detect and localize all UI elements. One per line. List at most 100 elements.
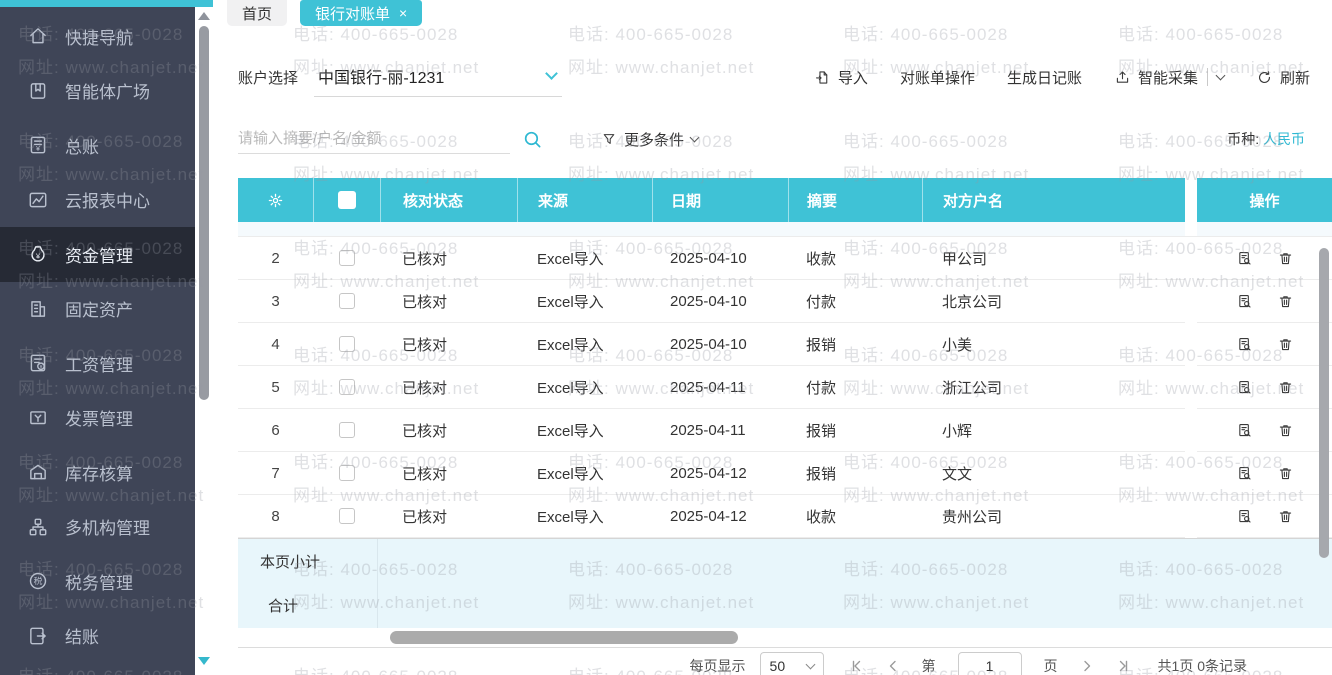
table-row: 3 已核对 Excel导入 2025-04-10 付款 北京公司 [238, 280, 1332, 323]
first-page-button[interactable] [850, 659, 864, 673]
tab-close-icon[interactable]: × [399, 5, 407, 21]
row-number: 6 [238, 409, 313, 452]
row-number: 5 [238, 366, 313, 409]
row-checkbox[interactable] [339, 422, 355, 438]
multi-org-icon [27, 516, 49, 538]
account-select-label: 账户选择 [238, 67, 298, 88]
delete-icon[interactable] [1277, 336, 1294, 353]
row-checkbox[interactable] [339, 508, 355, 524]
tax-icon: 税 [27, 570, 49, 592]
row-number: 4 [238, 323, 313, 366]
row-checkbox[interactable] [339, 250, 355, 266]
header-date[interactable]: 日期 [652, 178, 788, 222]
grand-total-label: 合计 [238, 583, 378, 628]
page-subtotal-label: 本页小计 [238, 539, 378, 583]
row-checkbox[interactable] [339, 293, 355, 309]
scroll-down-arrow-icon[interactable] [198, 657, 210, 665]
delete-icon[interactable] [1277, 379, 1294, 396]
sidebar-item-payroll[interactable]: ¥工资管理 [0, 336, 195, 391]
sidebar-scrollbar[interactable] [195, 0, 213, 675]
delete-icon[interactable] [1277, 465, 1294, 482]
more-conditions-button[interactable]: 更多条件 [601, 129, 698, 150]
currency-label: 币种: [1227, 131, 1259, 147]
column-settings-button[interactable] [238, 178, 313, 222]
toolbar: 导入 对账单操作 生成日记账 智能采集 [814, 67, 1310, 88]
row-checkbox[interactable] [339, 465, 355, 481]
sidebar-item-label: 总账 [65, 133, 99, 158]
row-checkbox[interactable] [339, 379, 355, 395]
home-icon [27, 25, 49, 47]
delete-icon[interactable] [1277, 508, 1294, 525]
refresh-icon [1256, 69, 1273, 86]
sidebar-item-label: 工资管理 [65, 351, 133, 376]
per-page-select[interactable]: 50 [760, 652, 824, 675]
prev-page-button[interactable] [886, 659, 900, 673]
page-number-input[interactable] [958, 652, 1022, 675]
search-input[interactable] [238, 124, 510, 154]
view-detail-icon[interactable] [1236, 465, 1253, 482]
sidebar-item-invoice[interactable]: 发票管理 [0, 391, 195, 446]
sidebar-item-agent-plaza[interactable]: 智能体广场 [0, 64, 195, 119]
delete-icon[interactable] [1277, 422, 1294, 439]
smart-collect-button[interactable]: 智能采集 [1114, 67, 1224, 88]
view-detail-icon[interactable] [1236, 336, 1253, 353]
sidebar-scrollbar-thumb[interactable] [199, 26, 209, 400]
row-number: 8 [238, 495, 313, 538]
row-counterparty: 小美 [922, 323, 1185, 366]
tab-bank-statement-label: 银行对账单 [315, 3, 390, 24]
view-detail-icon[interactable] [1236, 422, 1253, 439]
header-summary[interactable]: 摘要 [788, 178, 922, 222]
refresh-button[interactable]: 刷新 [1256, 67, 1310, 88]
table-row: 4 已核对 Excel导入 2025-04-10 报销 小美 [238, 323, 1332, 366]
import-button[interactable]: 导入 [814, 67, 868, 88]
table-row: 8 已核对 Excel导入 2025-04-12 收款 贵州公司 [238, 495, 1332, 538]
row-checkbox[interactable] [339, 336, 355, 352]
statement-actions-button[interactable]: 对账单操作 [900, 67, 975, 88]
delete-icon[interactable] [1277, 250, 1294, 267]
sidebar-item-fixed-assets[interactable]: 固定资产 [0, 282, 195, 337]
account-select[interactable]: 中国银行-丽-1231 [314, 58, 562, 97]
scroll-up-arrow-icon[interactable] [198, 12, 210, 20]
tab-home[interactable]: 首页 [227, 0, 287, 26]
view-detail-icon[interactable] [1236, 250, 1253, 267]
sidebar-item-inventory[interactable]: 库存核算 [0, 445, 195, 500]
sidebar-item-general-ledger[interactable]: ¥总账 [0, 118, 195, 173]
row-status: 已核对 [380, 452, 517, 495]
sidebar-item-fund-management[interactable]: ¥资金管理 [0, 227, 195, 282]
next-page-button[interactable] [1080, 659, 1094, 673]
sidebar-item-multi-org[interactable]: 多机构管理 [0, 500, 195, 555]
row-date: 2025-04-11 [652, 409, 788, 452]
currency-value[interactable]: 人民币 [1263, 131, 1305, 147]
chevron-down-icon[interactable] [1216, 70, 1226, 80]
delete-icon[interactable] [1277, 293, 1294, 310]
horizontal-scrollbar-thumb[interactable] [390, 631, 738, 644]
sidebar-item-cloud-report[interactable]: 云报表中心 [0, 173, 195, 228]
search-icon[interactable] [522, 129, 543, 150]
generate-journal-button[interactable]: 生成日记账 [1007, 67, 1082, 88]
last-page-button[interactable] [1116, 659, 1130, 673]
app-window: 快捷导航智能体广场¥总账云报表中心¥资金管理固定资产 ¥工资管理发票管理库存核算多… [0, 0, 1332, 675]
sidebar-item-label: 固定资产 [65, 296, 133, 321]
horizontal-scrollbar[interactable] [238, 628, 1332, 648]
sidebar-item-label: 快捷导航 [65, 24, 133, 49]
sidebar-item-closing[interactable]: 结账 [0, 609, 195, 664]
view-detail-icon[interactable] [1236, 293, 1253, 310]
tab-bank-statement[interactable]: 银行对账单 × [300, 0, 422, 26]
select-all-checkbox[interactable] [338, 191, 356, 209]
sidebar-item-label: 库存核算 [65, 460, 133, 485]
sidebar-item-tax[interactable]: 税税务管理 [0, 554, 195, 609]
row-number: 2 [238, 237, 313, 280]
sidebar-item-home[interactable]: 快捷导航 [0, 9, 195, 64]
top-accent-strip [0, 0, 213, 7]
header-counterparty[interactable]: 对方户名 [922, 178, 1185, 222]
row-summary: 收款 [788, 495, 922, 538]
column-gap [1185, 237, 1197, 280]
row-source: Excel导入 [517, 452, 652, 495]
header-status[interactable]: 核对状态 [380, 178, 517, 222]
view-detail-icon[interactable] [1236, 379, 1253, 396]
row-number: 3 [238, 280, 313, 323]
pagination-summary: 共1页 0条记录 [1158, 656, 1247, 675]
header-source[interactable]: 来源 [517, 178, 652, 222]
vertical-scrollbar-thumb[interactable] [1319, 248, 1329, 558]
view-detail-icon[interactable] [1236, 508, 1253, 525]
